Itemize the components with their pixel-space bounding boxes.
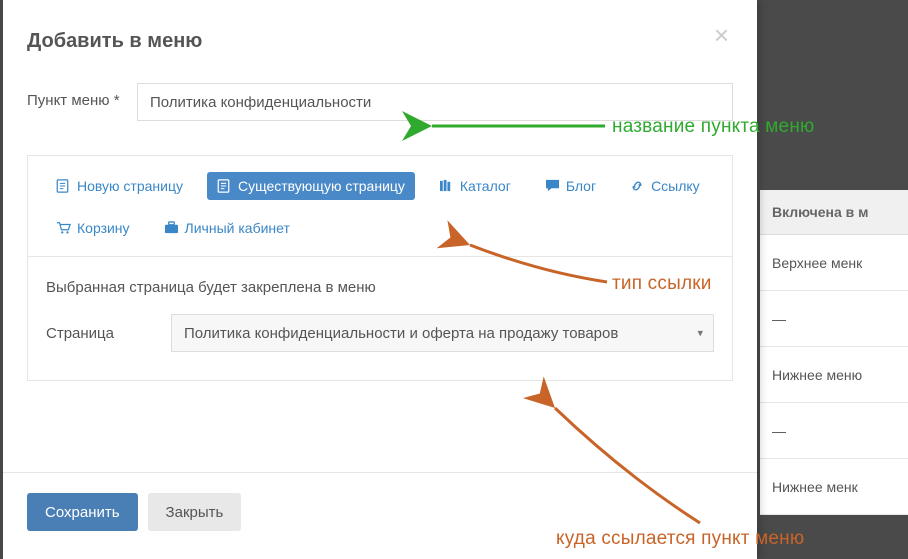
bg-table-row: Нижнее менк	[760, 459, 908, 515]
tab-catalog[interactable]: Каталог	[429, 172, 521, 200]
tab-new-page[interactable]: Новую страницу	[46, 172, 193, 200]
page-select-label: Страница	[46, 325, 171, 342]
save-button[interactable]: Сохранить	[27, 493, 138, 531]
close-icon[interactable]: ×	[714, 22, 729, 48]
tab-label: Блог	[566, 178, 596, 194]
tab-label: Корзину	[77, 220, 130, 236]
modal-title: Добавить в меню	[27, 30, 729, 53]
modal-header: Добавить в меню ×	[3, 0, 757, 77]
cart-icon	[56, 221, 71, 235]
link-type-panel: Новую страницу Существующую страницу Кат…	[27, 155, 733, 381]
bg-table-row: Верхнее менк	[760, 235, 908, 291]
menu-item-label: Пункт меню *	[27, 83, 137, 111]
bg-table-row: Нижнее меню	[760, 347, 908, 403]
tab-label: Ссылку	[651, 178, 700, 194]
annotation-link-type: тип ссылки	[612, 273, 712, 295]
close-button[interactable]: Закрыть	[148, 493, 242, 531]
briefcase-icon	[164, 221, 179, 235]
comment-icon	[545, 179, 560, 193]
tab-label: Новую страницу	[77, 178, 183, 194]
tab-blog[interactable]: Блог	[535, 172, 606, 200]
tab-label: Каталог	[460, 178, 511, 194]
bg-table-row: —	[760, 291, 908, 347]
tab-link[interactable]: Ссылку	[620, 172, 710, 200]
bg-table-header: Включена в м	[760, 190, 908, 235]
file-icon	[217, 179, 232, 193]
tab-label: Личный кабинет	[185, 220, 290, 236]
bg-table-row: —	[760, 403, 908, 459]
page-select-row: Страница Политика конфиденциальности и о…	[46, 314, 714, 352]
annotation-menu-name: название пункта меню	[612, 116, 814, 138]
file-icon	[56, 179, 71, 193]
tab-cart[interactable]: Корзину	[46, 214, 140, 242]
page-select-value: Политика конфиденциальности и оферта на …	[184, 325, 618, 342]
annotation-target: куда ссылается пункт меню	[556, 528, 804, 550]
page-select[interactable]: Политика конфиденциальности и оферта на …	[171, 314, 714, 352]
link-type-tabs: Новую страницу Существующую страницу Кат…	[28, 156, 732, 256]
books-icon	[439, 179, 454, 193]
tab-label: Существующую страницу	[238, 178, 405, 194]
link-icon	[630, 179, 645, 193]
tab-existing-page[interactable]: Существующую страницу	[207, 172, 415, 200]
background-table: Включена в м Верхнее менк — Нижнее меню …	[760, 190, 908, 515]
tab-account[interactable]: Личный кабинет	[154, 214, 300, 242]
